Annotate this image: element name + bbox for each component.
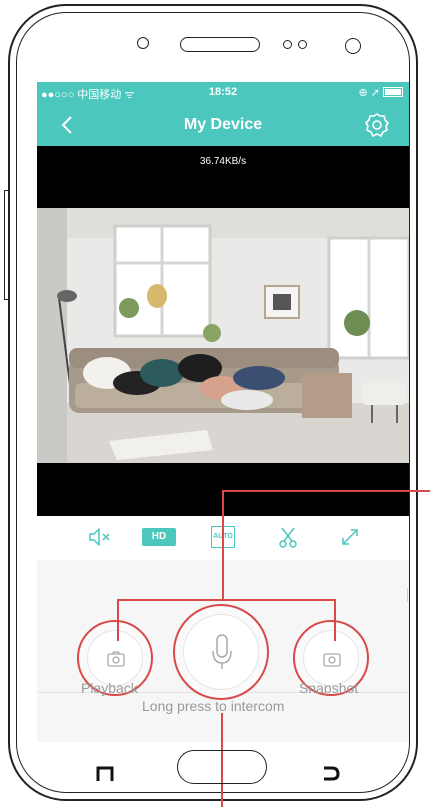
navigation-bar: My Device [37, 104, 409, 146]
home-key[interactable] [177, 750, 267, 784]
snapshot-label: Snapshot [299, 680, 359, 696]
microphone-icon [212, 634, 232, 669]
bitrate-readout: 36.74KB/s [199, 156, 247, 167]
annotation-line [117, 599, 335, 601]
annotation-line [222, 490, 430, 492]
app-screen: ●●○○○ 中国移动 ᯤ 18:52 ⊕ ➚ My Device 36.74KB… [37, 82, 409, 742]
annotation-line [222, 490, 224, 600]
location-icon: ⊕ ➚ [358, 87, 380, 99]
settings-icon[interactable] [364, 112, 390, 138]
intercom-hint: Long press to intercom [142, 698, 285, 714]
phone-sensor [137, 37, 149, 49]
battery-icon [383, 87, 403, 97]
hd-toggle-button[interactable]: HD [142, 528, 176, 546]
snapshot-icon [323, 653, 341, 667]
playback-label: Playback [81, 680, 138, 696]
status-bar: ●●○○○ 中国移动 ᯤ 18:52 ⊕ ➚ [37, 82, 409, 104]
annotation-line [334, 599, 336, 641]
page-title: My Device [183, 116, 263, 133]
phone-speaker [180, 37, 260, 52]
fullscreen-icon[interactable] [339, 526, 361, 548]
status-right-icons: ⊕ ➚ [358, 86, 403, 99]
divider [407, 588, 408, 602]
live-video-view[interactable]: 36.74KB/s [37, 146, 409, 516]
phone-front-camera [345, 38, 361, 54]
camera-feed-image [37, 208, 409, 463]
recent-apps-key[interactable] [96, 765, 114, 781]
intercom-button-inner [183, 614, 259, 690]
playback-button-inner [87, 630, 143, 686]
mute-icon[interactable] [87, 526, 113, 548]
annotation-line [117, 599, 119, 641]
phone-sensor-dot [283, 40, 292, 49]
snapshot-button-inner [303, 630, 359, 686]
back-key[interactable] [322, 765, 340, 781]
intercom-button[interactable] [173, 604, 269, 700]
status-time: 18:52 [208, 86, 238, 98]
playback-icon [107, 651, 125, 667]
phone-sensor-dot [298, 40, 307, 49]
scissors-icon[interactable] [277, 526, 299, 548]
